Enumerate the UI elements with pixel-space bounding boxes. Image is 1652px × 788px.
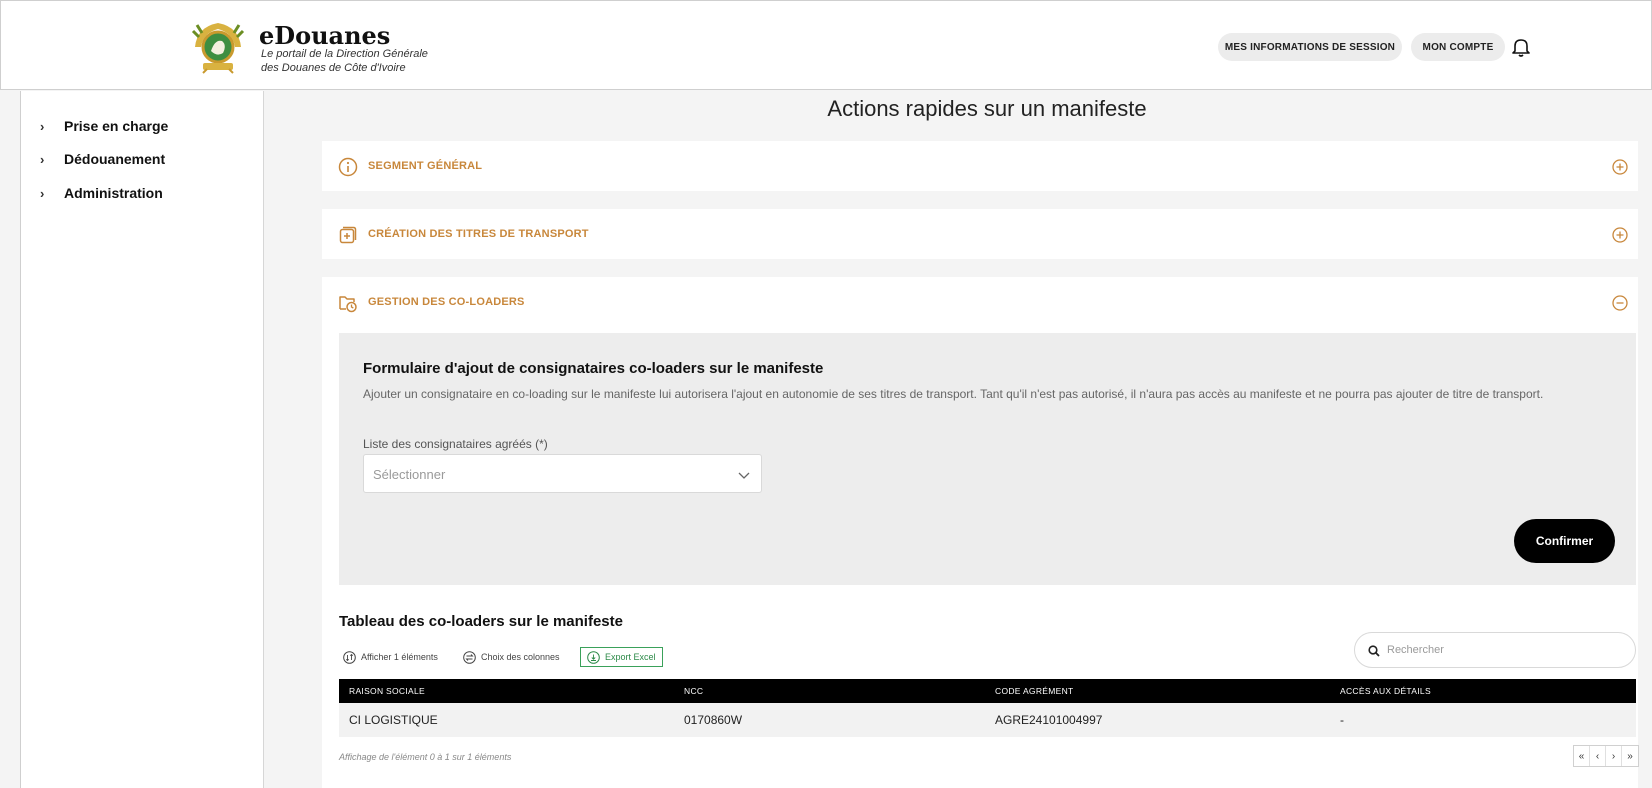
pagination: « ‹ › » — [1573, 745, 1639, 767]
confirm-button[interactable]: Confirmer — [1514, 519, 1615, 563]
folder-clock-icon — [339, 296, 357, 313]
next-page-button[interactable]: › — [1606, 746, 1622, 766]
app-header: eDouanes Le portail de la Direction Géné… — [0, 0, 1652, 90]
column-choice-control[interactable]: Choix des colonnes — [463, 648, 560, 666]
sidebar-item-administration[interactable]: › Administration — [40, 183, 163, 203]
last-page-button[interactable]: » — [1622, 746, 1638, 766]
sidebar-item-prise-en-charge[interactable]: › Prise en charge — [40, 116, 168, 136]
show-count-label: Afficher 1 éléments — [361, 652, 438, 662]
table-row[interactable]: CI LOGISTIQUE 0170860W AGRE24101004997 - — [339, 703, 1636, 737]
table-title: Tableau des co-loaders sur le manifeste — [339, 613, 623, 630]
form-title: Formulaire d'ajout de consignataires co-… — [363, 360, 824, 377]
first-page-button[interactable]: « — [1574, 746, 1590, 766]
add-document-icon — [339, 226, 357, 244]
table-footer-info: Affichage de l'élément 0 à 1 sur 1 éléme… — [339, 752, 512, 762]
column-header[interactable]: ACCÈS AUX DÉTAILS — [1340, 686, 1431, 696]
panel-creation-titres-transport[interactable]: CRÉATION DES TITRES DE TRANSPORT — [322, 209, 1638, 259]
form-description: Ajouter un consignataire en co-loading s… — [363, 387, 1544, 401]
consignee-field-label: Liste des consignataires agréés (*) — [363, 437, 548, 451]
coat-of-arms-logo — [191, 23, 245, 74]
export-excel-label: Export Excel — [605, 652, 656, 662]
swap-icon — [463, 650, 476, 664]
bell-icon[interactable] — [1510, 36, 1532, 58]
expand-plus-icon[interactable] — [1612, 159, 1628, 175]
table-cell: CI LOGISTIQUE — [349, 713, 438, 727]
co-loader-form: Formulaire d'ajout de consignataires co-… — [339, 333, 1636, 585]
search-icon — [1368, 645, 1380, 657]
panel-label: SEGMENT GÉNÉRAL — [368, 160, 483, 172]
sidebar-item-dedouanement[interactable]: › Dédouanement — [40, 149, 165, 169]
sidebar-item-label: Administration — [64, 185, 163, 201]
download-icon — [587, 650, 600, 664]
panel-gestion-co-loaders: GESTION DES CO-LOADERS Formulaire d'ajou… — [322, 277, 1639, 788]
panel-segment-general[interactable]: SEGMENT GÉNÉRAL — [322, 141, 1638, 191]
expand-plus-icon[interactable] — [1612, 227, 1628, 243]
sidebar-item-label: Dédouanement — [64, 151, 166, 167]
chevron-right-icon: › — [40, 118, 45, 134]
panel-label: GESTION DES CO-LOADERS — [368, 296, 525, 308]
consignee-select[interactable]: Sélectionner — [363, 454, 762, 493]
search-input[interactable]: Rechercher — [1354, 632, 1636, 668]
export-excel-button[interactable]: Export Excel — [580, 647, 663, 667]
chevron-right-icon: › — [40, 151, 45, 167]
brand-subtitle-line: des Douanes de Côte d'Ivoire — [261, 62, 406, 74]
column-header[interactable]: CODE AGRÉMENT — [995, 686, 1074, 696]
table-header: RAISON SOCIALE NCC CODE AGRÉMENT ACCÈS A… — [339, 679, 1636, 703]
sidebar-item-label: Prise en charge — [64, 118, 169, 134]
chevron-down-icon — [738, 472, 750, 479]
session-info-button[interactable]: MES INFORMATIONS DE SESSION — [1218, 33, 1402, 61]
brand-subtitle-line: Le portail de la Direction Générale — [261, 48, 428, 60]
select-placeholder: Sélectionner — [373, 467, 446, 482]
column-header[interactable]: RAISON SOCIALE — [349, 686, 425, 696]
table-cell: AGRE24101004997 — [995, 713, 1103, 727]
page-title: Actions rapides sur un manifeste — [827, 96, 1147, 121]
search-placeholder: Rechercher — [1387, 644, 1444, 656]
info-icon — [338, 157, 358, 177]
brand-subtitle: Le portail de la Direction Générale des … — [261, 47, 501, 75]
my-account-button[interactable]: MON COMPTE — [1411, 33, 1505, 61]
brand-title: eDouanes — [259, 21, 391, 50]
panel-label: CRÉATION DES TITRES DE TRANSPORT — [368, 228, 589, 240]
table-cell: 0170860W — [684, 713, 743, 727]
sort-icon — [343, 650, 356, 664]
table-cell: - — [1340, 713, 1344, 727]
show-count-control[interactable]: Afficher 1 éléments — [343, 648, 438, 666]
collapse-minus-icon[interactable] — [1612, 295, 1628, 311]
column-header[interactable]: NCC — [684, 686, 703, 696]
prev-page-button[interactable]: ‹ — [1590, 746, 1606, 766]
column-choice-label: Choix des colonnes — [481, 652, 560, 662]
chevron-right-icon: › — [40, 185, 45, 201]
